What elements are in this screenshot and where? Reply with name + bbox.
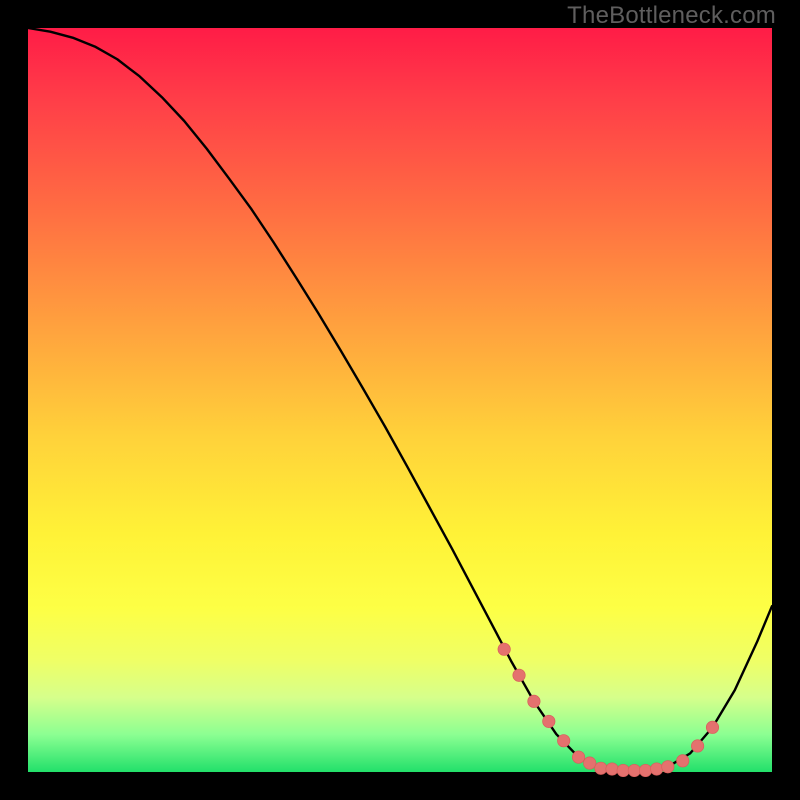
plot-area — [28, 28, 772, 772]
curve-marker — [528, 695, 540, 707]
curve-markers — [498, 643, 719, 777]
curve-marker — [513, 669, 525, 681]
watermark-text: TheBottleneck.com — [567, 2, 776, 30]
curve-marker — [557, 735, 569, 747]
bottleneck-curve — [28, 28, 772, 772]
chart-frame: TheBottleneck.com — [0, 0, 800, 800]
curve-marker — [706, 721, 718, 733]
curve-marker — [650, 763, 662, 775]
curve-marker — [584, 757, 596, 769]
curve-marker — [628, 764, 640, 776]
curve-marker — [606, 763, 618, 775]
curve-marker — [498, 643, 510, 655]
curve-marker — [572, 751, 584, 763]
curve-marker — [677, 755, 689, 767]
curve-marker — [543, 715, 555, 727]
curve-marker — [691, 740, 703, 752]
curve-marker — [617, 764, 629, 776]
curve-marker — [595, 762, 607, 774]
curve-marker — [662, 761, 674, 773]
curve-marker — [639, 764, 651, 776]
curve-path — [28, 28, 772, 771]
